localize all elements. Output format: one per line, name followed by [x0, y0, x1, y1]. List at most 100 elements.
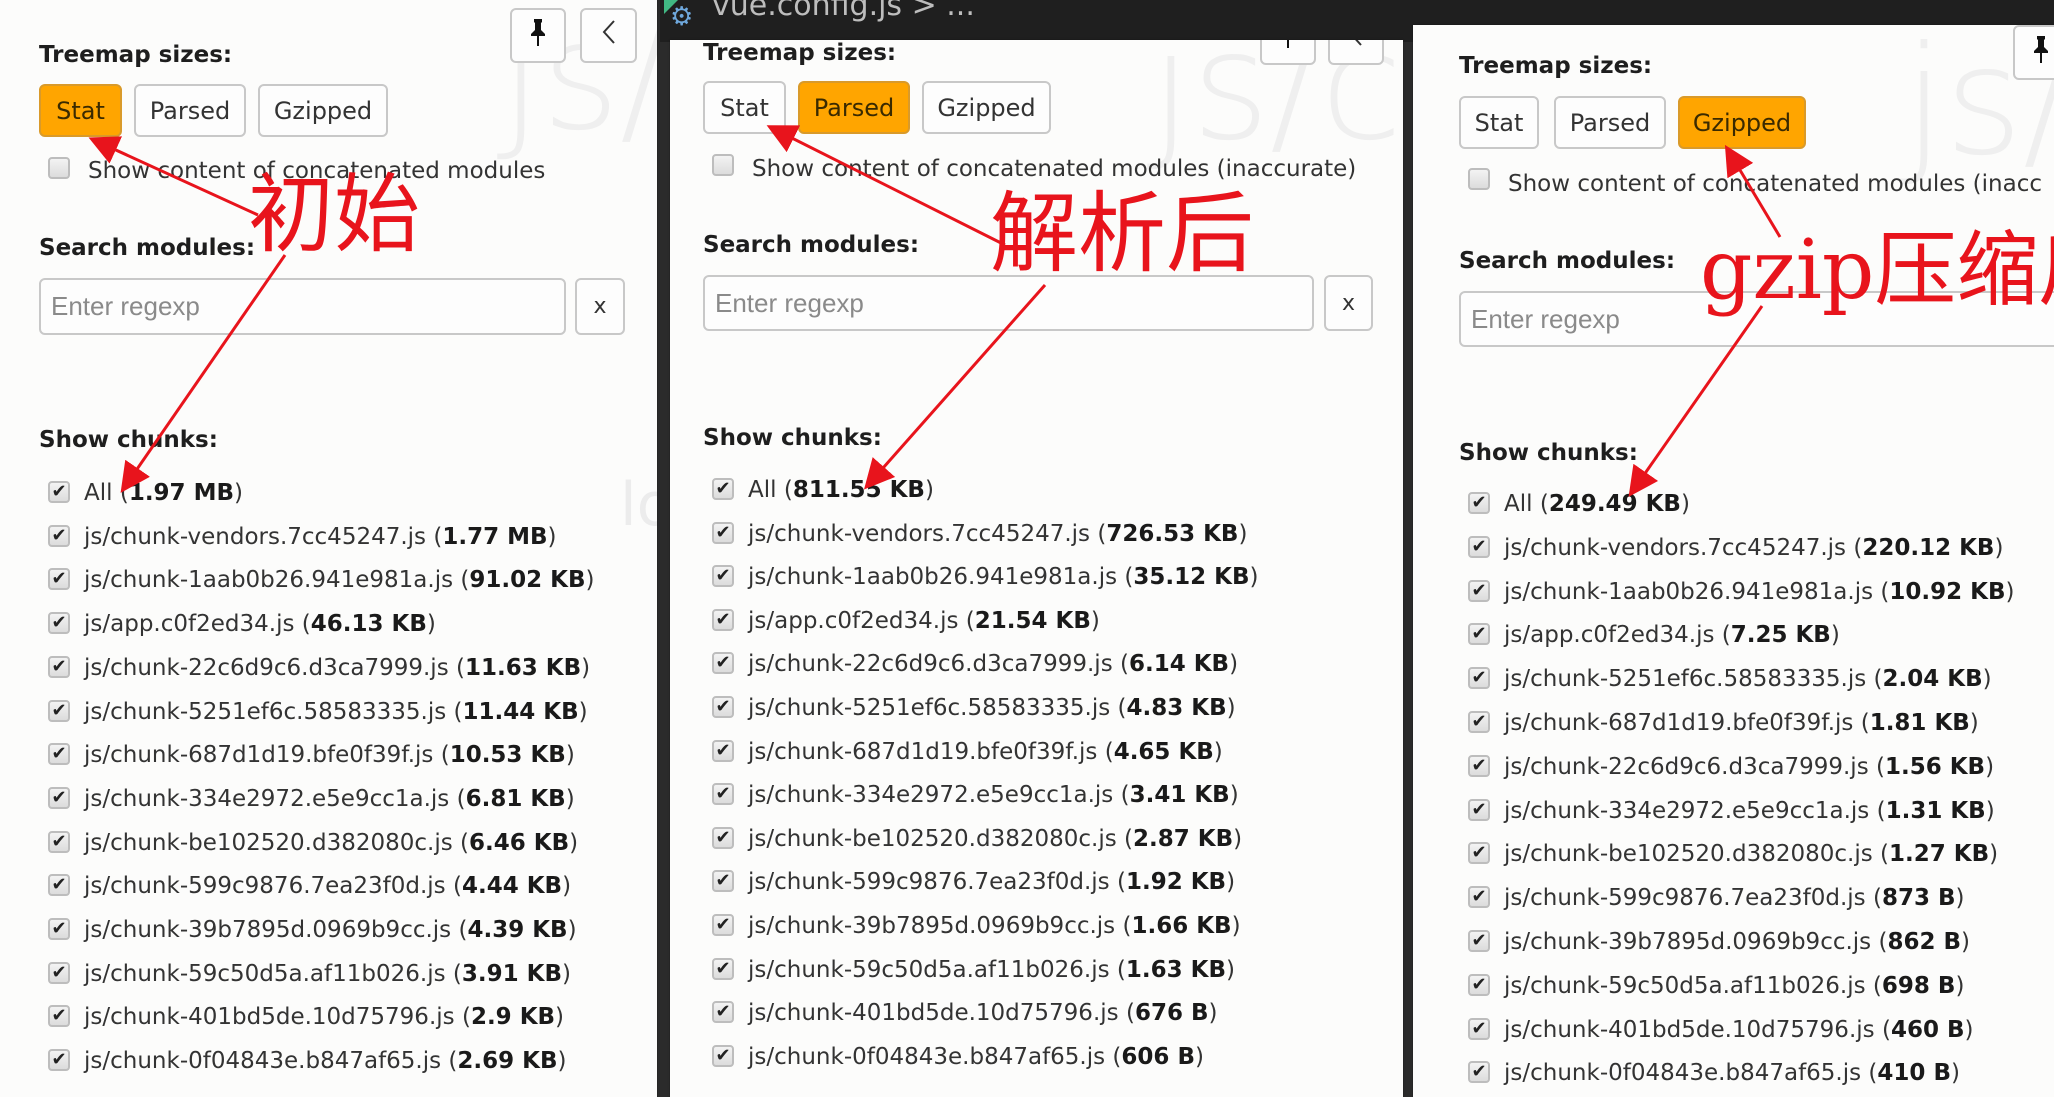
chunk-checkbox[interactable]: ✔ [48, 568, 70, 591]
chunk-label: js/app.c0f2ed34.js (7.25 KB) [1504, 622, 1840, 649]
size-button-stat[interactable]: Stat [703, 81, 786, 134]
chunk-checkbox[interactable]: ✔ [712, 1044, 734, 1067]
chunk-label: js/chunk-599c9876.7ea23f0d.js (1.92 KB) [748, 869, 1236, 896]
checkmark-icon: ✔ [1471, 535, 1487, 557]
chunk-size: 1.97 MB [128, 480, 234, 506]
chunk-checkbox[interactable]: ✔ [1468, 754, 1490, 777]
chunk-size: 1.92 KB [1125, 869, 1227, 896]
clear-search-button[interactable]: x [575, 278, 625, 335]
collapse-sidebar-button[interactable] [1328, 40, 1384, 65]
chunk-checkbox[interactable]: ✔ [48, 612, 70, 635]
size-button-parsed[interactable]: Parsed [798, 81, 910, 134]
chunk-checkbox[interactable]: ✔ [48, 786, 70, 809]
chunk-name: js/chunk-0f04843e.b847af65.js [84, 1048, 442, 1075]
chunk-checkbox[interactable]: ✔ [712, 521, 734, 544]
chunk-size: 1.77 MB [442, 523, 548, 550]
chunk-checkbox[interactable]: ✔ [712, 957, 734, 980]
chunk-checkbox[interactable]: ✔ [1468, 492, 1490, 514]
size-button-gzipped[interactable]: Gzipped [1678, 96, 1806, 149]
chunk-label: js/chunk-be102520.d382080c.js (6.46 KB) [84, 829, 579, 856]
chunk-size: 91.02 KB [469, 567, 586, 594]
chevron-left-icon [600, 18, 618, 53]
chunk-checkbox[interactable]: ✔ [48, 743, 70, 766]
checkmark-icon: ✔ [715, 696, 731, 717]
chunk-name: js/chunk-401bd5de.10d75796.js [1504, 1016, 1875, 1043]
search-modules-label: Search modules: [1459, 248, 1676, 274]
chunk-checkbox[interactable]: ✔ [48, 918, 70, 940]
checkmark-icon: ✔ [1471, 1061, 1487, 1083]
editor-breadcrumb[interactable]: vue.config.js > ... [712, 0, 975, 23]
chunk-checkbox[interactable]: ✔ [48, 699, 70, 722]
chunk-checkbox[interactable]: ✔ [712, 608, 734, 631]
chunk-checkbox[interactable]: ✔ [712, 739, 734, 762]
chunk-size: 35.12 KB [1133, 564, 1250, 591]
checkmark-icon: ✔ [51, 1049, 67, 1071]
chunk-name: js/chunk-39b7895d.0969b9cc.js [748, 913, 1116, 939]
chunk-label: js/chunk-687d1d19.bfe0f39f.js (4.65 KB) [748, 738, 1223, 765]
chunk-checkbox[interactable]: ✔ [48, 961, 70, 984]
chunk-checkbox[interactable]: ✔ [48, 481, 70, 503]
size-button-stat[interactable]: Stat [1459, 96, 1539, 149]
chunk-size: 1.81 KB [1869, 710, 1970, 736]
chunk-checkbox[interactable]: ✔ [712, 783, 734, 806]
checkmark-icon: ✔ [51, 524, 67, 546]
chunk-checkbox[interactable]: ✔ [1468, 623, 1490, 646]
chunk-name: js/chunk-22c6d9c6.d3ca7999.js [1504, 753, 1869, 780]
chunk-checkbox[interactable]: ✔ [712, 478, 734, 500]
collapse-sidebar-button[interactable] [580, 8, 637, 63]
chevron-left-icon [1347, 40, 1365, 55]
chunk-checkbox[interactable]: ✔ [712, 1001, 734, 1024]
chunk-checkbox[interactable]: ✔ [712, 565, 734, 588]
chunk-checkbox[interactable]: ✔ [1468, 579, 1490, 602]
chunk-checkbox[interactable]: ✔ [1468, 930, 1490, 952]
concat-modules-checkbox[interactable] [1468, 168, 1490, 190]
chunk-size: 1.31 KB [1885, 797, 1986, 824]
chunk-name: js/chunk-59c50d5a.af11b026.js [748, 956, 1110, 983]
chunk-size: 4.83 KB [1126, 695, 1227, 721]
chunk-label: js/chunk-599c9876.7ea23f0d.js (4.44 KB) [84, 873, 572, 900]
chunk-checkbox[interactable]: ✔ [712, 914, 734, 936]
concat-modules-checkbox[interactable] [48, 157, 70, 179]
chunk-size: 726.53 KB [1106, 520, 1239, 547]
pin-button[interactable] [510, 8, 566, 63]
chunk-checkbox[interactable]: ✔ [1468, 1017, 1490, 1040]
chunk-checkbox[interactable]: ✔ [48, 655, 70, 678]
chunk-label: js/chunk-1aab0b26.941e981a.js (35.12 KB) [748, 564, 1259, 591]
size-button-parsed[interactable]: Parsed [134, 84, 246, 137]
search-input[interactable] [39, 278, 566, 335]
chunk-checkbox[interactable]: ✔ [1468, 973, 1490, 996]
checkmark-icon: ✔ [51, 481, 67, 502]
concat-modules-checkbox[interactable] [712, 154, 734, 176]
treemap-ghost-label: lo [620, 470, 657, 540]
chunk-checkbox[interactable]: ✔ [712, 696, 734, 718]
chunk-checkbox[interactable]: ✔ [48, 524, 70, 547]
chunk-size: 11.63 KB [464, 654, 582, 681]
chunk-label: js/chunk-401bd5de.10d75796.js (460 B) [1504, 1016, 1974, 1043]
chunk-name: js/chunk-687d1d19.bfe0f39f.js [1504, 710, 1854, 736]
pin-button[interactable] [1260, 40, 1316, 65]
size-button-gzipped[interactable]: Gzipped [922, 81, 1051, 134]
search-modules-label: Search modules: [703, 232, 920, 258]
chunk-checkbox[interactable]: ✔ [1468, 1061, 1490, 1084]
chunk-checkbox[interactable]: ✔ [1468, 711, 1490, 733]
chunk-checkbox[interactable]: ✔ [1468, 842, 1490, 865]
size-button-stat[interactable]: Stat [39, 84, 122, 137]
chunk-checkbox[interactable]: ✔ [712, 870, 734, 893]
chunk-name: js/app.c0f2ed34.js [748, 607, 959, 634]
chunk-checkbox[interactable]: ✔ [712, 826, 734, 849]
chunk-checkbox[interactable]: ✔ [48, 874, 70, 897]
checkmark-icon: ✔ [715, 957, 731, 979]
chunk-checkbox[interactable]: ✔ [1468, 535, 1490, 558]
chunk-checkbox[interactable]: ✔ [48, 1049, 70, 1072]
chunk-checkbox[interactable]: ✔ [1468, 798, 1490, 821]
chunk-checkbox[interactable]: ✔ [1468, 886, 1490, 909]
chunk-name: js/chunk-39b7895d.0969b9cc.js [1504, 929, 1872, 955]
chunk-checkbox[interactable]: ✔ [712, 652, 734, 675]
pin-button[interactable] [2013, 25, 2054, 80]
chunk-checkbox[interactable]: ✔ [48, 830, 70, 853]
clear-search-button[interactable]: x [1324, 275, 1373, 331]
size-button-gzipped[interactable]: Gzipped [258, 84, 388, 137]
chunk-checkbox[interactable]: ✔ [48, 1005, 70, 1028]
size-button-parsed[interactable]: Parsed [1554, 96, 1666, 149]
chunk-checkbox[interactable]: ✔ [1468, 667, 1490, 690]
